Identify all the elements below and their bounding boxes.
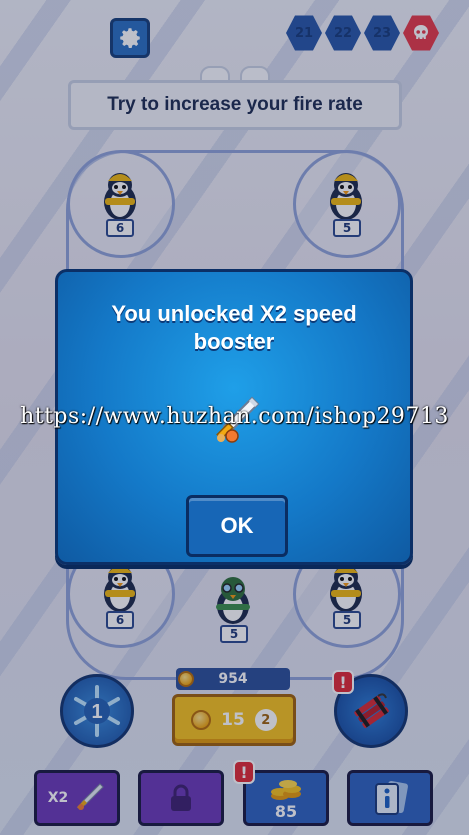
ok-button[interactable]: OK [186, 495, 288, 557]
dialog-title: You unlocked X2 speed booster [111, 301, 357, 354]
watermark-text: https://www.huzhan.com/ishop29713 [20, 404, 449, 429]
